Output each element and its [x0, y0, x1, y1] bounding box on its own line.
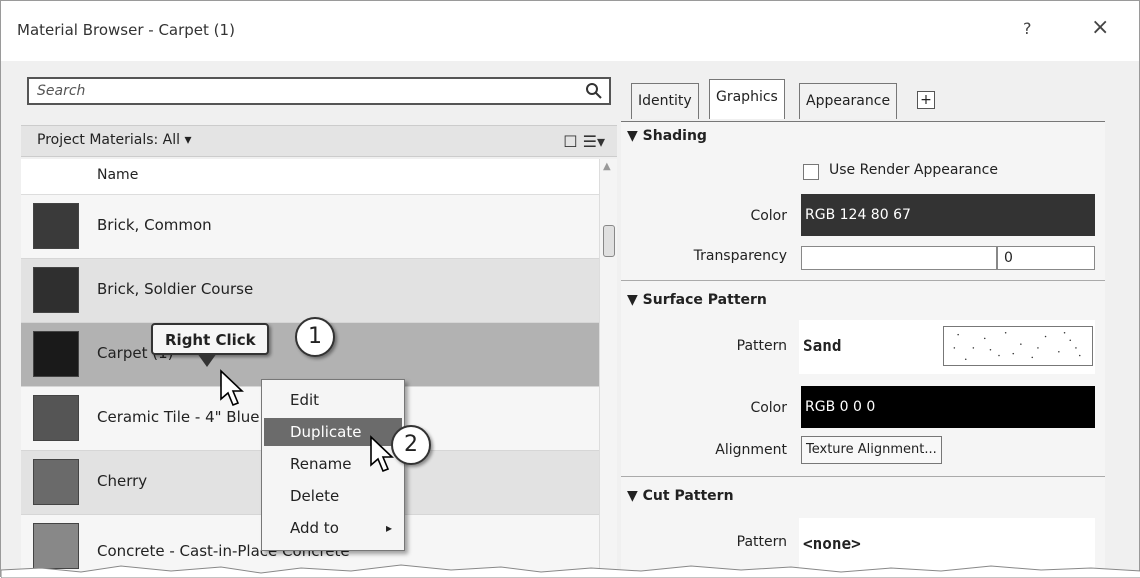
- tab-graphics[interactable]: Graphics: [709, 79, 785, 119]
- section-surface-pattern-title[interactable]: ▼ Surface Pattern: [627, 292, 767, 308]
- help-button[interactable]: ?: [1023, 19, 1032, 38]
- transparency-slider[interactable]: [801, 246, 997, 270]
- list-item-label: Cherry: [97, 472, 148, 490]
- divider: [621, 476, 1105, 477]
- shading-color-swatch[interactable]: RGB 124 80 67: [801, 194, 1095, 236]
- menu-item-add-to[interactable]: Add to ▸: [264, 514, 402, 542]
- menu-item-delete[interactable]: Delete: [264, 482, 402, 510]
- column-header-name[interactable]: Name: [97, 167, 138, 183]
- graphics-properties: ▼ Shading Use Render Appearance Color RG…: [621, 121, 1105, 578]
- step-2-badge: 2: [391, 425, 431, 465]
- properties-pane: Identity Graphics Appearance + ▼ Shading…: [621, 73, 1105, 578]
- alignment-label: Alignment: [715, 442, 787, 458]
- title-bar: Material Browser - Carpet (1) ? ×: [1, 1, 1139, 61]
- search-icon[interactable]: [585, 82, 603, 100]
- list-item-label: Ceramic Tile - 4" Blue: [97, 408, 260, 426]
- scroll-thumb[interactable]: [603, 225, 615, 257]
- submenu-arrow-icon: ▸: [385, 521, 392, 535]
- tab-appearance[interactable]: Appearance: [799, 83, 898, 119]
- list-item-label: Brick, Common: [97, 216, 212, 234]
- menu-item-edit[interactable]: Edit: [264, 386, 402, 414]
- step-1-badge: 1: [295, 317, 335, 357]
- view-options-icon[interactable]: ☐ ☰▾: [563, 132, 605, 151]
- material-thumbnail: [33, 459, 79, 505]
- add-tab-button[interactable]: +: [917, 91, 935, 109]
- surface-pattern-name: Sand: [803, 336, 842, 355]
- material-thumbnail: [33, 203, 79, 249]
- surface-color-swatch[interactable]: RGB 0 0 0: [801, 386, 1095, 428]
- tab-identity[interactable]: Identity: [631, 83, 699, 119]
- shading-color-label: Color: [750, 208, 787, 224]
- material-thumbnail: [33, 331, 79, 377]
- window-title: Material Browser - Carpet (1): [17, 21, 235, 39]
- list-item-label: Brick, Soldier Course: [97, 280, 254, 298]
- torn-edge: [1, 564, 1140, 578]
- surface-pattern-label: Pattern: [736, 338, 787, 354]
- callout-pointer: [197, 353, 217, 367]
- use-render-appearance-label: Use Render Appearance: [829, 162, 998, 178]
- transparency-value-input[interactable]: 0: [997, 246, 1095, 270]
- search-input[interactable]: Search: [27, 77, 611, 105]
- surface-pattern-selector[interactable]: Sand: [799, 320, 1095, 374]
- sand-pattern-preview: [943, 326, 1093, 366]
- divider: [621, 280, 1105, 281]
- search-placeholder: Search: [37, 83, 86, 99]
- transparency-label: Transparency: [693, 248, 787, 264]
- cut-pattern-label: Pattern: [736, 534, 787, 550]
- right-click-callout: Right Click: [151, 323, 269, 355]
- scroll-up-icon[interactable]: ▲: [603, 161, 611, 172]
- cut-pattern-name: <none>: [803, 534, 861, 553]
- section-shading-title[interactable]: ▼ Shading: [627, 128, 707, 144]
- material-thumbnail: [33, 267, 79, 313]
- menu-item-add-to-label: Add to: [290, 519, 339, 537]
- material-browser-window: Material Browser - Carpet (1) ? × Search…: [0, 0, 1140, 578]
- use-render-appearance-checkbox[interactable]: [803, 164, 819, 180]
- material-thumbnail: [33, 395, 79, 441]
- list-item[interactable]: Brick, Soldier Course: [21, 259, 599, 323]
- callout-label: Right Click: [165, 331, 256, 349]
- texture-alignment-button[interactable]: Texture Alignment...: [801, 436, 942, 464]
- list-header: Name: [21, 159, 599, 195]
- project-materials-dropdown[interactable]: Project Materials: All ▾: [37, 132, 192, 148]
- close-button[interactable]: ×: [1091, 15, 1109, 40]
- list-item[interactable]: Brick, Common: [21, 195, 599, 259]
- surface-color-label: Color: [750, 400, 787, 416]
- section-cut-pattern-title[interactable]: ▼ Cut Pattern: [627, 488, 734, 504]
- mouse-cursor-icon: [220, 369, 244, 407]
- project-materials-bar: Project Materials: All ▾ ☐ ☰▾: [21, 125, 617, 157]
- list-scrollbar[interactable]: ▲: [599, 159, 617, 578]
